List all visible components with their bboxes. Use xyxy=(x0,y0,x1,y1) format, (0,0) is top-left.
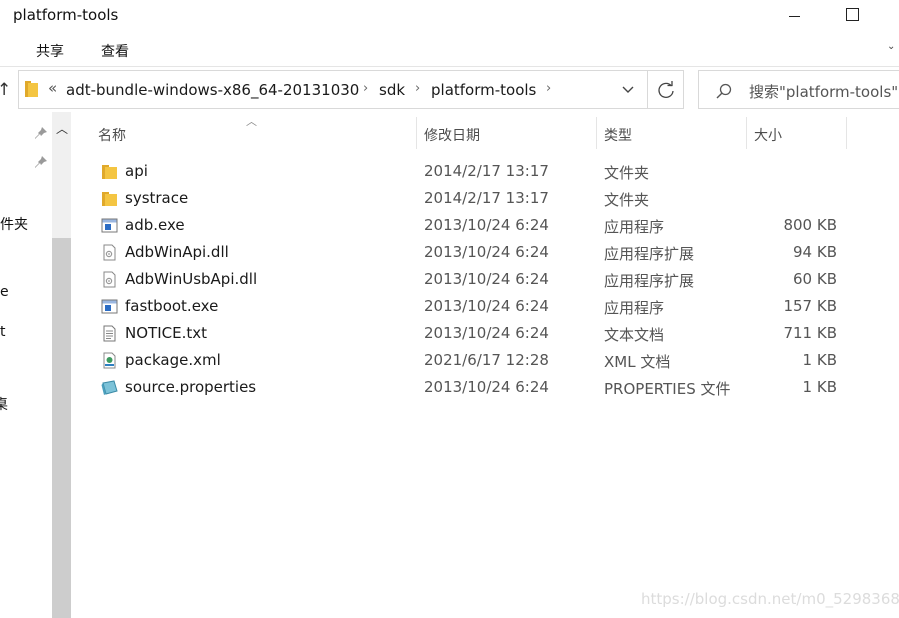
breadcrumb-platform-tools[interactable]: platform-tools xyxy=(431,81,536,99)
file-name: AdbWinApi.dll xyxy=(125,243,229,261)
txt-icon xyxy=(101,325,118,342)
ribbon-tab-clipped[interactable] xyxy=(0,40,1,56)
search-input[interactable]: 搜索"platform-tools" xyxy=(749,81,898,102)
breadcrumb-overflow-button[interactable]: « xyxy=(48,79,57,97)
dll-icon xyxy=(101,271,118,288)
file-row[interactable]: package.xml 2021/6/17 12:28 XML 文档 1 KB xyxy=(95,347,855,374)
file-type: 应用程序 xyxy=(604,299,665,317)
window-title: platform-tools xyxy=(13,6,119,24)
refresh-icon[interactable] xyxy=(655,79,677,101)
column-divider[interactable] xyxy=(416,117,417,149)
file-row[interactable]: adb.exe 2013/10/24 6:24 应用程序 800 KB xyxy=(95,212,855,239)
file-name: fastboot.exe xyxy=(125,297,219,315)
dll-icon xyxy=(101,244,118,261)
file-name: api xyxy=(125,162,148,180)
search-icon xyxy=(716,83,732,99)
column-header-name[interactable]: 名称 xyxy=(98,125,126,145)
nav-item[interactable]: e xyxy=(0,284,9,300)
file-type: 应用程序 xyxy=(604,218,665,236)
folder-icon xyxy=(25,81,38,97)
file-size: 1 KB xyxy=(802,351,837,369)
column-header-date[interactable]: 修改日期 xyxy=(424,125,480,145)
breadcrumb-separator-icon[interactable]: › xyxy=(415,81,420,96)
folder-icon xyxy=(101,163,118,180)
file-type: XML 文档 xyxy=(604,353,671,371)
ribbon-tabs: 共享 查看 ⌄ xyxy=(0,33,899,67)
file-size: 800 KB xyxy=(783,216,837,234)
file-row[interactable]: source.properties 2013/10/24 6:24 PROPER… xyxy=(95,374,855,401)
file-name: AdbWinUsbApi.dll xyxy=(125,270,258,288)
file-date-modified: 2013/10/24 6:24 xyxy=(424,297,549,315)
file-row[interactable]: AdbWinUsbApi.dll 2013/10/24 6:24 应用程序扩展 … xyxy=(95,266,855,293)
file-size: 711 KB xyxy=(783,324,837,342)
watermark: https://blog.csdn.net/m0_52983689 xyxy=(641,590,899,608)
nav-scrollbar-thumb[interactable] xyxy=(52,238,71,618)
pin-icon[interactable] xyxy=(34,155,48,169)
file-type: 应用程序扩展 xyxy=(604,245,695,263)
up-arrow-icon[interactable]: ↑ xyxy=(0,80,11,100)
file-row[interactable]: api 2014/2/17 13:17 文件夹 xyxy=(95,158,855,185)
exe-icon xyxy=(101,217,118,234)
column-header-type[interactable]: 类型 xyxy=(604,125,632,145)
folder-icon xyxy=(101,190,118,207)
file-date-modified: 2013/10/24 6:24 xyxy=(424,378,549,396)
file-date-modified: 2013/10/24 6:24 xyxy=(424,324,549,342)
file-name: adb.exe xyxy=(125,216,185,234)
file-type: PROPERTIES 文件 xyxy=(604,380,731,398)
scroll-up-icon[interactable]: ︿ xyxy=(56,120,68,137)
nav-item-folder[interactable]: 件夹 xyxy=(0,214,28,234)
file-size: 60 KB xyxy=(793,270,837,288)
file-date-modified: 2021/6/17 12:28 xyxy=(424,351,549,369)
file-size: 94 KB xyxy=(793,243,837,261)
column-header-size[interactable]: 大小 xyxy=(754,125,782,145)
breadcrumb-separator-icon[interactable]: › xyxy=(363,81,368,96)
file-name: NOTICE.txt xyxy=(125,324,207,342)
file-row[interactable]: systrace 2014/2/17 13:17 文件夹 xyxy=(95,185,855,212)
exe-icon xyxy=(101,298,118,315)
file-row[interactable]: AdbWinApi.dll 2013/10/24 6:24 应用程序扩展 94 … xyxy=(95,239,855,266)
file-type: 文件夹 xyxy=(604,164,650,182)
search-box[interactable]: 搜索"platform-tools" xyxy=(698,70,899,109)
file-date-modified: 2014/2/17 13:17 xyxy=(424,162,549,180)
chevron-down-icon[interactable] xyxy=(621,83,635,97)
file-date-modified: 2013/10/24 6:24 xyxy=(424,216,549,234)
file-row[interactable]: fastboot.exe 2013/10/24 6:24 应用程序 157 KB xyxy=(95,293,855,320)
file-date-modified: 2013/10/24 6:24 xyxy=(424,243,549,261)
sort-ascending-icon: ︿ xyxy=(246,115,257,128)
file-name: package.xml xyxy=(125,351,221,369)
address-bar[interactable]: « adt-bundle-windows-x86_64-20131030 › s… xyxy=(18,70,684,109)
column-divider[interactable] xyxy=(596,117,597,149)
breadcrumb-separator-icon[interactable]: › xyxy=(546,81,551,96)
column-divider[interactable] xyxy=(746,117,747,149)
minimize-button[interactable] xyxy=(786,10,804,24)
title-bar[interactable]: platform-tools xyxy=(0,0,899,33)
maximize-button[interactable] xyxy=(846,8,859,21)
file-size: 1 KB xyxy=(802,378,837,396)
breadcrumb-adt-bundle[interactable]: adt-bundle-windows-x86_64-20131030 xyxy=(66,81,359,99)
properties-icon xyxy=(101,379,118,396)
breadcrumb-sdk[interactable]: sdk xyxy=(379,81,405,99)
pin-icon[interactable] xyxy=(34,126,48,140)
column-divider[interactable] xyxy=(846,117,847,149)
file-date-modified: 2014/2/17 13:17 xyxy=(424,189,549,207)
file-name: systrace xyxy=(125,189,189,207)
file-size: 157 KB xyxy=(783,297,837,315)
file-type: 文本文档 xyxy=(604,326,665,344)
nav-item-desktop[interactable]: 桌 xyxy=(0,394,8,414)
address-divider xyxy=(647,71,648,108)
file-row[interactable]: NOTICE.txt 2013/10/24 6:24 文本文档 711 KB xyxy=(95,320,855,347)
file-type: 文件夹 xyxy=(604,191,650,209)
navigation-pane[interactable]: 件夹 e t 桌 ︿ xyxy=(0,112,72,618)
nav-item[interactable]: t xyxy=(0,324,6,340)
ribbon-expand-chevron-icon[interactable]: ⌄ xyxy=(887,41,895,52)
tab-share[interactable]: 共享 xyxy=(36,41,64,61)
file-type: 应用程序扩展 xyxy=(604,272,695,290)
tab-view[interactable]: 查看 xyxy=(101,41,129,61)
file-name: source.properties xyxy=(125,378,257,396)
xml-icon xyxy=(101,352,118,369)
file-date-modified: 2013/10/24 6:24 xyxy=(424,270,549,288)
